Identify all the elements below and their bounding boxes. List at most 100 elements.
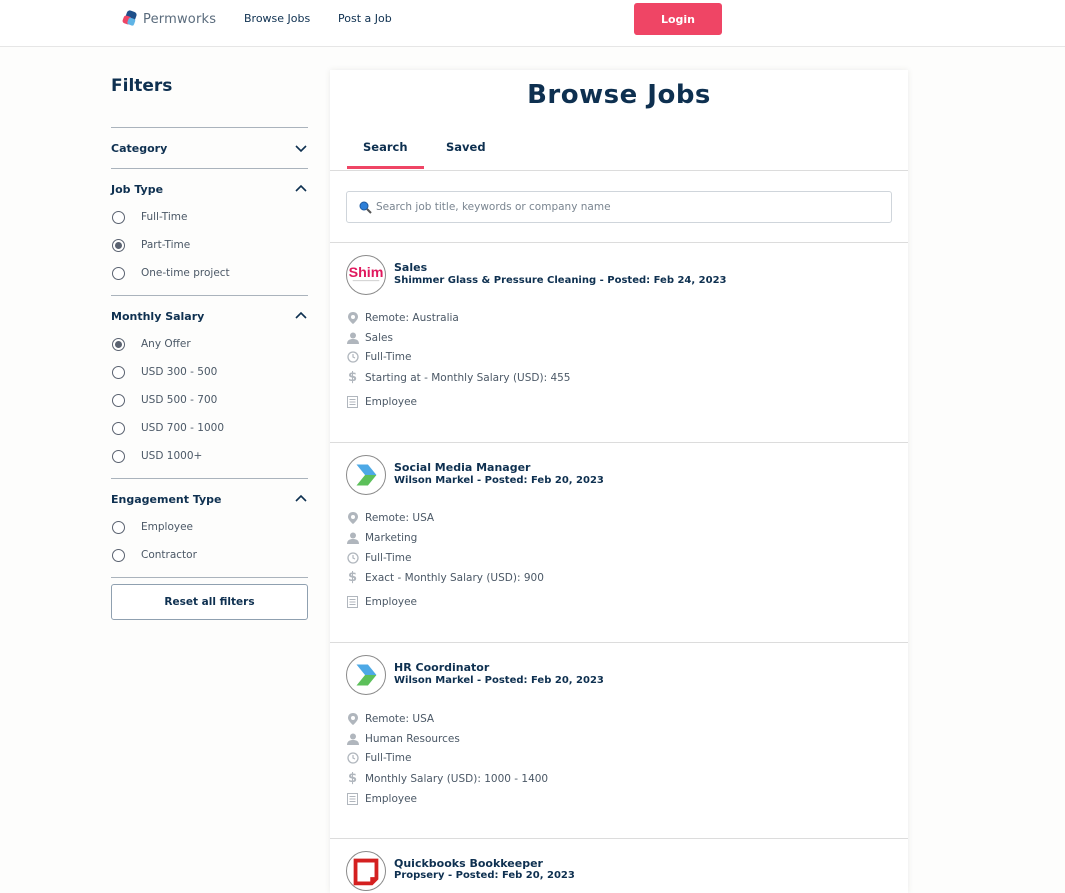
job-title[interactable]: HR Coordinator: [394, 661, 489, 674]
tab-saved[interactable]: Saved: [446, 140, 486, 166]
location-pin-icon: [346, 511, 359, 524]
option-label: USD 500 - 700: [141, 394, 218, 406]
company-logo: [346, 655, 386, 695]
person-icon: [346, 531, 359, 544]
document-icon: [346, 395, 359, 408]
job-title[interactable]: Quickbooks Bookkeeper: [394, 857, 543, 870]
filter-section-title: Job Type: [111, 182, 164, 196]
radio-button-checked[interactable]: [112, 337, 125, 351]
job-card[interactable]: Social Media Manager Wilson Markel - Pos…: [330, 442, 908, 642]
filter-section-job-type: Job Type Full-Time Part-Time One-time pr…: [111, 168, 308, 295]
nav-browse-jobs[interactable]: Browse Jobs: [244, 12, 310, 25]
salary-option-300-500[interactable]: USD 300 - 500: [111, 358, 308, 386]
filter-section-category: Category: [111, 127, 308, 168]
job-salary: $ Monthly Salary (USD): 1000 - 1400: [347, 771, 549, 786]
logo-text: Shim: [349, 265, 384, 281]
option-label: USD 300 - 500: [141, 366, 218, 378]
filter-divider: Reset all filters: [111, 577, 308, 620]
document-icon: [346, 792, 359, 805]
job-company-posted: Wilson Markel - Posted: Feb 20, 2023: [394, 675, 604, 686]
tab-search[interactable]: Search: [347, 140, 424, 169]
job-card[interactable]: Quickbooks Bookkeeper Propsery - Posted:…: [330, 838, 908, 893]
brand-logo[interactable]: Permworks: [121, 10, 216, 28]
chevron-up-icon: [295, 494, 307, 502]
job-company-posted: Shimmer Glass & Pressure Cleaning - Post…: [394, 275, 727, 286]
filter-toggle-category[interactable]: Category: [111, 128, 308, 168]
radio-button-checked[interactable]: [112, 238, 125, 252]
permworks-logo-icon: [122, 10, 137, 26]
radio-button[interactable]: [112, 548, 125, 562]
person-icon: [346, 331, 359, 344]
chevron-up-icon: [295, 184, 307, 192]
job-category: Human Resources: [346, 732, 460, 745]
login-button[interactable]: Login: [634, 3, 722, 35]
company-name: Propsery: [394, 870, 445, 881]
salary-option-500-700[interactable]: USD 500 - 700: [111, 386, 308, 414]
salary-option-any-offer[interactable]: Any Offer: [111, 330, 308, 358]
search-icon: [359, 201, 372, 214]
job-category: Marketing: [346, 531, 417, 544]
engagement-option-contractor[interactable]: Contractor: [111, 541, 308, 569]
square-logo-icon: [353, 858, 379, 886]
engagement-option-employee[interactable]: Employee: [111, 513, 308, 541]
clock-icon: [346, 350, 359, 363]
job-card[interactable]: Shim Sales Shimmer Glass & Pressure Clea…: [330, 242, 908, 442]
job-type-option-full-time[interactable]: Full-Time: [111, 203, 308, 231]
job-type-option-part-time[interactable]: Part-Time: [111, 231, 308, 259]
radio-button[interactable]: [112, 393, 125, 407]
posted-date: Posted: Feb 24, 2023: [607, 275, 727, 286]
filter-section-title: Engagement Type: [111, 492, 222, 506]
salary-option-1000-plus[interactable]: USD 1000+: [111, 442, 308, 470]
person-icon: [346, 732, 359, 745]
job-engagement: Employee: [346, 395, 417, 408]
salary-option-700-1000[interactable]: USD 700 - 1000: [111, 414, 308, 442]
tab-bar: Search Saved: [330, 130, 908, 171]
job-type: Full-Time: [346, 751, 411, 764]
radio-button[interactable]: [112, 421, 125, 435]
company-logo: Shim: [346, 255, 386, 295]
location-pin-icon: [346, 712, 359, 725]
company-logo: [346, 851, 386, 891]
option-label: Employee: [141, 521, 194, 533]
filter-section-title: Category: [111, 141, 168, 155]
job-type: Full-Time: [346, 551, 411, 564]
search-box[interactable]: [346, 191, 892, 223]
arrow-logo-icon: [356, 464, 377, 486]
job-salary: $ Exact - Monthly Salary (USD): 900: [347, 570, 544, 585]
brand-name: Permworks: [143, 11, 217, 27]
job-card[interactable]: HR Coordinator Wilson Markel - Posted: F…: [330, 642, 908, 838]
job-salary: $ Starting at - Monthly Salary (USD): 45…: [347, 370, 571, 385]
arrow-logo-icon: [356, 664, 377, 686]
company-logo: [346, 455, 386, 495]
radio-button[interactable]: [112, 365, 125, 379]
document-icon: [346, 595, 359, 608]
job-type-option-one-time-project[interactable]: One-time project: [111, 259, 308, 287]
chevron-down-icon: [295, 145, 307, 153]
filters-title: Filters: [111, 76, 173, 96]
job-type: Full-Time: [346, 350, 411, 363]
reset-filters-button[interactable]: Reset all filters: [111, 584, 308, 620]
job-location: Remote: Australia: [346, 311, 459, 324]
job-title[interactable]: Social Media Manager: [394, 461, 530, 474]
filter-section-title: Monthly Salary: [111, 309, 205, 323]
nav-post-a-job[interactable]: Post a Job: [338, 12, 392, 25]
job-location: Remote: USA: [346, 712, 434, 725]
radio-button[interactable]: [112, 520, 125, 534]
filters-sidebar: Filters Category Job Type Full-Time Part…: [111, 76, 308, 620]
radio-button[interactable]: [112, 266, 125, 280]
job-company-posted: Propsery - Posted: Feb 20, 2023: [394, 870, 575, 881]
company-name: Wilson Markel: [394, 475, 474, 486]
page-title: Browse Jobs: [527, 80, 711, 110]
company-name: Shimmer Glass & Pressure Cleaning: [394, 275, 597, 286]
job-engagement: Employee: [346, 792, 417, 805]
job-company-posted: Wilson Markel - Posted: Feb 20, 2023: [394, 475, 604, 486]
option-label: USD 1000+: [141, 450, 203, 462]
radio-button[interactable]: [112, 210, 125, 224]
chevron-up-icon: [295, 311, 307, 319]
radio-button[interactable]: [112, 449, 125, 463]
search-input[interactable]: [376, 201, 876, 213]
job-category: Sales: [346, 331, 393, 344]
dollar-icon: $: [347, 570, 358, 585]
posted-date: Posted: Feb 20, 2023: [484, 675, 604, 686]
job-title[interactable]: Sales: [394, 261, 427, 274]
